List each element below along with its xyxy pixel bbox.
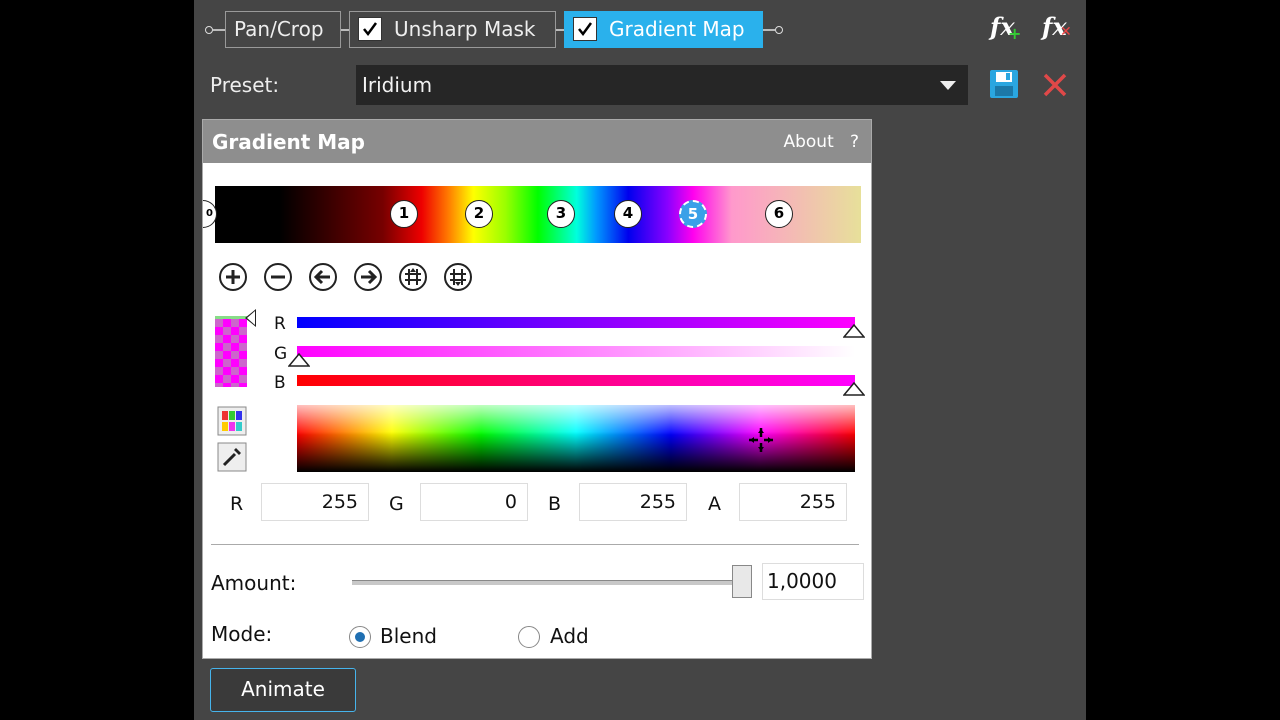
- fx-chip-label: Pan/Crop: [234, 17, 324, 41]
- gradient-stop[interactable]: 3: [547, 200, 575, 228]
- stop-label: 1: [398, 204, 410, 222]
- eyedropper-icon[interactable]: [217, 442, 247, 472]
- gradient-stop[interactable]: 1: [390, 200, 418, 228]
- chain-connector: [556, 29, 564, 31]
- r-value-field[interactable]: 255: [261, 483, 369, 521]
- fx-chip-gradient-map[interactable]: Gradient Map: [564, 11, 763, 48]
- move-stop-right-icon[interactable]: [353, 262, 383, 292]
- dialog-title: Gradient Map: [212, 130, 365, 154]
- a-label: A: [708, 493, 721, 515]
- fx-chip-pan-crop[interactable]: Pan/Crop: [225, 11, 341, 48]
- animate-button[interactable]: Animate: [210, 668, 356, 712]
- fx-chip-label: Gradient Map: [609, 17, 745, 41]
- checkbox-gradient-map[interactable]: [573, 16, 597, 41]
- remove-stop-icon[interactable]: [263, 262, 293, 292]
- chain-connector: [213, 29, 225, 31]
- g-label: G: [389, 493, 404, 515]
- preset-label: Preset:: [210, 73, 280, 97]
- stop-label: 5: [687, 205, 699, 223]
- chain-connector: [763, 29, 775, 31]
- g-value-field[interactable]: 0: [420, 483, 528, 521]
- gradient-stop[interactable]: 6: [765, 200, 793, 228]
- blue-channel-slider[interactable]: [297, 375, 855, 386]
- crosshair-cursor-icon: [749, 428, 773, 452]
- divider: [211, 544, 859, 545]
- color-palette-icon[interactable]: [217, 406, 247, 436]
- green-channel-slider[interactable]: [297, 346, 855, 357]
- add-stop-icon[interactable]: [218, 262, 248, 292]
- red-channel-slider[interactable]: [297, 317, 855, 328]
- fx-chip-label: Unsharp Mask: [394, 17, 536, 41]
- b-label: B: [548, 493, 562, 515]
- delete-preset-icon[interactable]: [1042, 72, 1068, 98]
- amount-slider-track[interactable]: [352, 580, 752, 585]
- chain-connector: [341, 29, 349, 31]
- preset-value: Iridium: [362, 73, 433, 97]
- stop-label: 3: [555, 204, 567, 222]
- dialog-header: Gradient Map About ?: [203, 120, 871, 163]
- selected-color-swatch: [215, 316, 247, 387]
- blue-slider-thumb[interactable]: [843, 382, 865, 396]
- blend-radio[interactable]: [349, 626, 371, 648]
- blend-radio-label[interactable]: Blend: [380, 624, 437, 648]
- mode-label: Mode:: [211, 622, 273, 646]
- preset-dropdown[interactable]: Iridium: [356, 65, 968, 105]
- amount-slider-thumb[interactable]: [732, 565, 752, 598]
- stop-label: 6: [773, 204, 785, 222]
- chain-end-node: [775, 26, 783, 34]
- green-slider-thumb[interactable]: [288, 353, 310, 367]
- channel-b-label: B: [274, 373, 286, 393]
- about-label: About: [783, 132, 834, 152]
- chevron-down-icon: [940, 81, 956, 90]
- a-value-field[interactable]: 255: [739, 483, 847, 521]
- amount-label: Amount:: [211, 571, 297, 595]
- fx-chip-unsharp-mask[interactable]: Unsharp Mask: [349, 11, 556, 48]
- fx-remove-icon[interactable]: fx ✕: [1042, 12, 1072, 41]
- swatch-pointer-fill: [247, 311, 255, 325]
- checkbox-unsharp-mask[interactable]: [358, 16, 382, 41]
- add-radio-label[interactable]: Add: [550, 624, 589, 648]
- about-link[interactable]: About ?: [783, 132, 859, 152]
- fx-add-icon[interactable]: fx +: [990, 12, 1021, 43]
- save-preset-icon[interactable]: [988, 68, 1020, 100]
- r-label: R: [230, 493, 244, 515]
- b-value-field[interactable]: 255: [579, 483, 687, 521]
- amount-value-field[interactable]: 1,0000: [762, 563, 864, 600]
- help-button[interactable]: ?: [850, 132, 859, 152]
- gradient-map-dialog: Gradient Map About ? 0 1 2 3 4 5 6 R G B…: [202, 119, 872, 659]
- red-slider-thumb[interactable]: [843, 324, 865, 338]
- stop-label: 2: [473, 204, 485, 222]
- distribute-down-icon[interactable]: [443, 262, 473, 292]
- channel-g-label: G: [274, 344, 288, 364]
- channel-r-label: R: [274, 314, 286, 334]
- distribute-up-icon[interactable]: [398, 262, 428, 292]
- chain-start-node: [205, 26, 213, 34]
- gradient-stop-selected[interactable]: 5: [679, 200, 707, 228]
- stop-label: 4: [622, 204, 634, 222]
- gradient-stop[interactable]: 2: [465, 200, 493, 228]
- add-radio[interactable]: [518, 626, 540, 648]
- move-stop-left-icon[interactable]: [308, 262, 338, 292]
- stop-label: 0: [206, 208, 213, 219]
- gradient-stop[interactable]: 4: [614, 200, 642, 228]
